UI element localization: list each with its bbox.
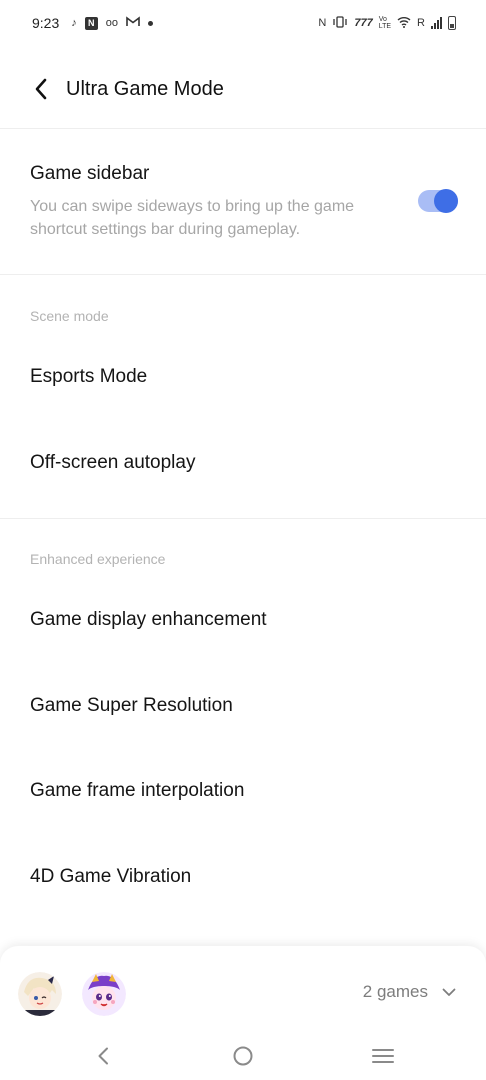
- signal-icon: [431, 17, 442, 29]
- nav-back-button[interactable]: [88, 1042, 118, 1070]
- section-header-enhanced-experience: Enhanced experience: [30, 551, 166, 567]
- game-sidebar-description: You can swipe sideways to bring up the g…: [30, 198, 355, 238]
- network-label: R: [417, 16, 425, 29]
- game-avatar-1[interactable]: [18, 972, 62, 1016]
- status-right: N 777 Vo LTE R: [318, 15, 456, 31]
- nav-home-button[interactable]: [228, 1042, 258, 1070]
- divider: [0, 518, 486, 519]
- battery-icon: [448, 16, 456, 30]
- list-item-label: Game Super Resolution: [30, 695, 233, 716]
- vibrate-icon: [332, 15, 348, 31]
- navigation-bar: [0, 1030, 486, 1080]
- status-left: 9:23 ♪ N oo: [32, 15, 153, 31]
- game-sidebar-toggle[interactable]: [418, 189, 458, 213]
- notification-dot: [148, 20, 153, 26]
- game-avatar-2[interactable]: [82, 972, 126, 1016]
- nav-home-icon: [233, 1046, 253, 1066]
- wifi-icon: [397, 16, 411, 31]
- chevron-left-icon: [35, 78, 47, 100]
- back-button[interactable]: [28, 74, 54, 104]
- list-item-label: Game frame interpolation: [30, 780, 245, 801]
- status-bar: 9:23 ♪ N oo N 777 Vo LTE R: [0, 0, 486, 46]
- list-item-label: Off-screen autoplay: [30, 452, 196, 473]
- tiktok-icon: ♪: [71, 16, 77, 29]
- list-item-game-frame-interpolation[interactable]: Game frame interpolation: [0, 780, 486, 802]
- chevron-down-icon: [442, 988, 456, 996]
- volte-label-icon: Vo LTE: [378, 16, 392, 30]
- list-item-label: Game display enhancement: [30, 609, 267, 630]
- toggle-knob: [434, 189, 458, 213]
- list-item-label: Esports Mode: [30, 366, 148, 387]
- divider: [0, 274, 486, 275]
- menu-icon: [372, 1049, 394, 1063]
- volte-icon: 777: [354, 16, 373, 29]
- gmail-icon: [126, 16, 140, 30]
- nav-menu-button[interactable]: [368, 1042, 398, 1070]
- games-count-label: 2 games: [362, 982, 428, 1001]
- list-item-4d-game-vibration[interactable]: 4D Game Vibration: [0, 866, 486, 888]
- section-header-scene-mode: Scene mode: [30, 308, 109, 324]
- divider: [0, 128, 486, 129]
- nfc-icon: N: [318, 16, 327, 29]
- games-count-dropdown[interactable]: 2 games: [363, 982, 456, 1002]
- status-time: 9:23: [32, 15, 60, 31]
- voicemail-icon: oo: [105, 16, 118, 29]
- list-item-label: 4D Game Vibration: [30, 866, 192, 887]
- list-item-esports-mode[interactable]: Esports Mode: [0, 366, 486, 388]
- game-sidebar-title: Game sidebar: [30, 163, 150, 184]
- list-item-game-display-enhancement[interactable]: Game display enhancement: [0, 609, 486, 631]
- n-app-icon: N: [84, 16, 98, 30]
- list-item-off-screen-autoplay[interactable]: Off-screen autoplay: [0, 452, 486, 474]
- game-sidebar-row[interactable]: Game sidebar You can swipe sideways to b…: [0, 163, 486, 241]
- nav-back-icon: [98, 1047, 108, 1065]
- app-bar: Ultra Game Mode: [0, 60, 486, 118]
- page-title: Ultra Game Mode: [66, 77, 224, 100]
- list-item-game-super-resolution[interactable]: Game Super Resolution: [0, 695, 486, 717]
